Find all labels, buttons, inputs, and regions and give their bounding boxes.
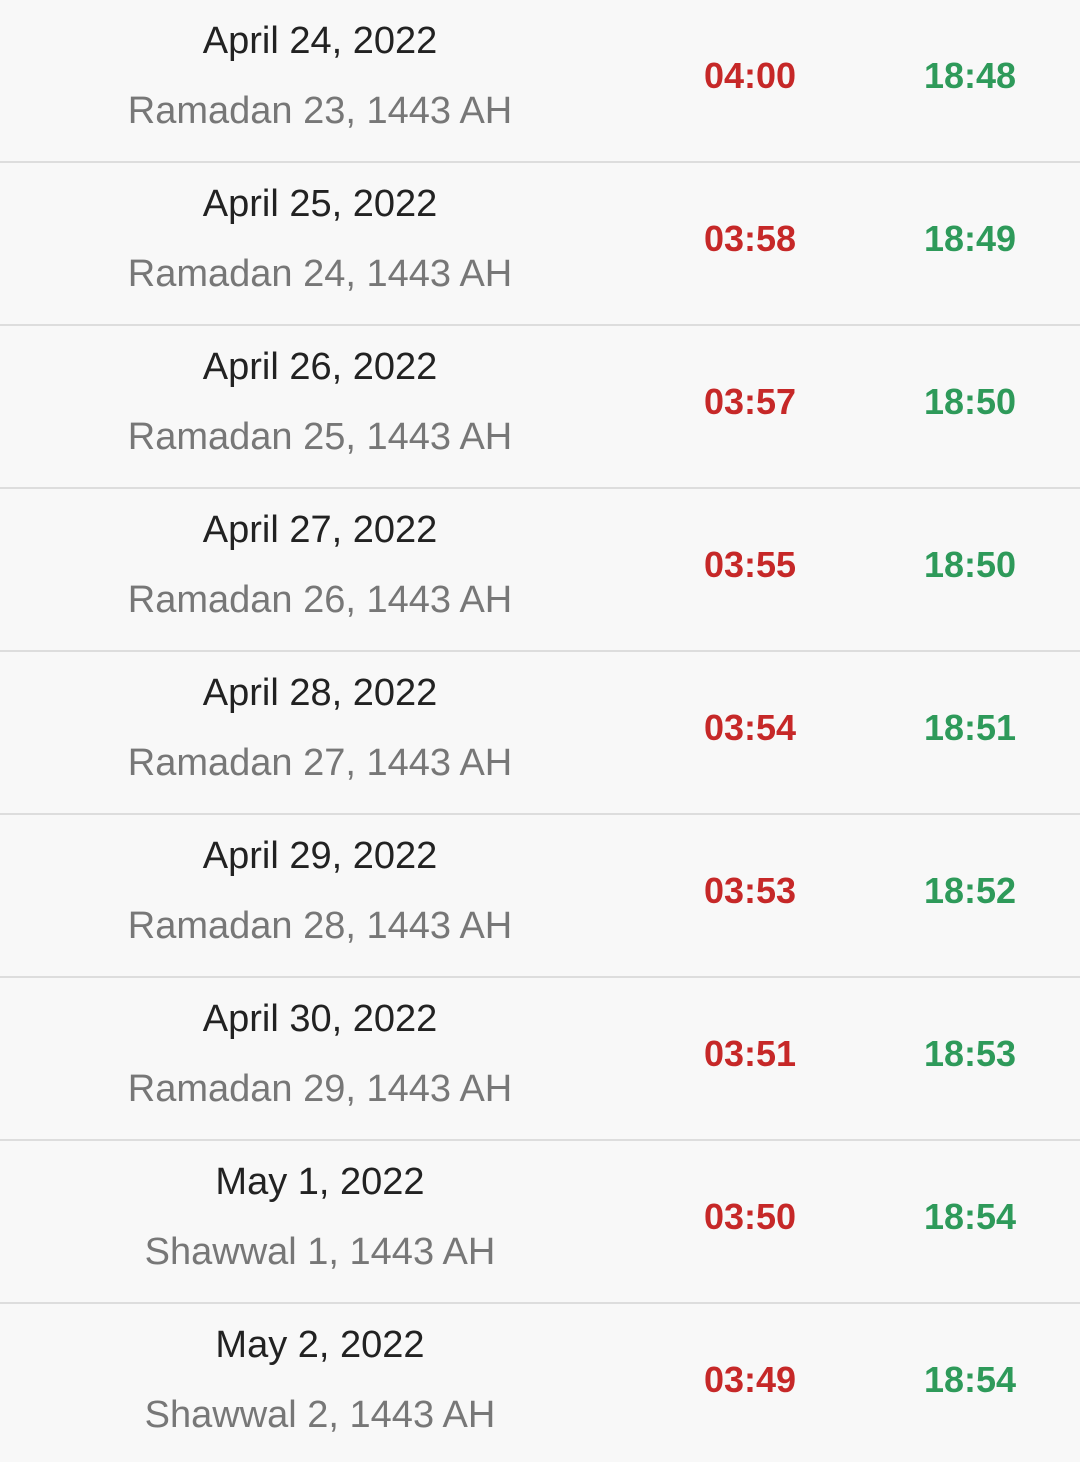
iftar-time: 18:48 (923, 55, 1017, 96)
list-item[interactable]: April 29, 2022 Ramadan 28, 1443 AH 03:53… (0, 815, 1080, 978)
hijri-date: Shawwal 1, 1443 AH (144, 1231, 496, 1273)
sahur-time: 03:50 (703, 1196, 797, 1237)
list-item[interactable]: April 27, 2022 Ramadan 26, 1443 AH 03:55… (0, 489, 1080, 652)
sahur-time: 03:55 (703, 544, 797, 585)
date-block: May 2, 2022 Shawwal 2, 1443 AH (0, 1304, 640, 1462)
schedule-list: April 24, 2022 Ramadan 23, 1443 AH 04:00… (0, 0, 1080, 1462)
sahur-time: 03:51 (703, 1033, 797, 1074)
iftar-time: 18:53 (923, 1033, 1017, 1074)
date-block: April 24, 2022 Ramadan 23, 1443 AH (0, 0, 640, 161)
iftar-time: 18:52 (923, 870, 1017, 911)
hijri-date: Ramadan 27, 1443 AH (127, 742, 513, 784)
hijri-date: Ramadan 26, 1443 AH (127, 579, 513, 621)
gregorian-date: April 28, 2022 (202, 672, 438, 714)
sahur-time: 03:49 (703, 1359, 797, 1400)
sahur-time: 03:58 (703, 218, 797, 259)
date-block: April 26, 2022 Ramadan 25, 1443 AH (0, 326, 640, 487)
gregorian-date: April 27, 2022 (202, 509, 438, 551)
date-block: April 25, 2022 Ramadan 24, 1443 AH (0, 163, 640, 324)
date-block: April 27, 2022 Ramadan 26, 1443 AH (0, 489, 640, 650)
iftar-time: 18:54 (923, 1359, 1017, 1400)
list-item[interactable]: April 25, 2022 Ramadan 24, 1443 AH 03:58… (0, 163, 1080, 326)
gregorian-date: May 2, 2022 (215, 1324, 425, 1366)
hijri-date: Shawwal 2, 1443 AH (144, 1394, 496, 1436)
iftar-time: 18:51 (923, 707, 1017, 748)
list-item[interactable]: May 1, 2022 Shawwal 1, 1443 AH 03:50 18:… (0, 1141, 1080, 1304)
list-item[interactable]: April 26, 2022 Ramadan 25, 1443 AH 03:57… (0, 326, 1080, 489)
sahur-time: 03:57 (703, 381, 797, 422)
hijri-date: Ramadan 24, 1443 AH (127, 253, 513, 295)
list-item[interactable]: April 28, 2022 Ramadan 27, 1443 AH 03:54… (0, 652, 1080, 815)
list-item[interactable]: April 30, 2022 Ramadan 29, 1443 AH 03:51… (0, 978, 1080, 1141)
hijri-date: Ramadan 23, 1443 AH (127, 90, 513, 132)
date-block: April 29, 2022 Ramadan 28, 1443 AH (0, 815, 640, 976)
gregorian-date: April 30, 2022 (202, 998, 438, 1040)
gregorian-date: May 1, 2022 (215, 1161, 425, 1203)
list-item[interactable]: April 24, 2022 Ramadan 23, 1443 AH 04:00… (0, 0, 1080, 163)
gregorian-date: April 25, 2022 (202, 183, 438, 225)
iftar-time: 18:50 (923, 381, 1017, 422)
gregorian-date: April 29, 2022 (202, 835, 438, 877)
sahur-time: 04:00 (703, 55, 797, 96)
sahur-time: 03:53 (703, 870, 797, 911)
gregorian-date: April 24, 2022 (202, 20, 438, 62)
iftar-time: 18:50 (923, 544, 1017, 585)
iftar-time: 18:49 (923, 218, 1017, 259)
hijri-date: Ramadan 28, 1443 AH (127, 905, 513, 947)
hijri-date: Ramadan 29, 1443 AH (127, 1068, 513, 1110)
iftar-time: 18:54 (923, 1196, 1017, 1237)
list-item[interactable]: May 2, 2022 Shawwal 2, 1443 AH 03:49 18:… (0, 1304, 1080, 1462)
gregorian-date: April 26, 2022 (202, 346, 438, 388)
date-block: April 28, 2022 Ramadan 27, 1443 AH (0, 652, 640, 813)
date-block: April 30, 2022 Ramadan 29, 1443 AH (0, 978, 640, 1139)
date-block: May 1, 2022 Shawwal 1, 1443 AH (0, 1141, 640, 1302)
sahur-time: 03:54 (703, 707, 797, 748)
hijri-date: Ramadan 25, 1443 AH (127, 416, 513, 458)
